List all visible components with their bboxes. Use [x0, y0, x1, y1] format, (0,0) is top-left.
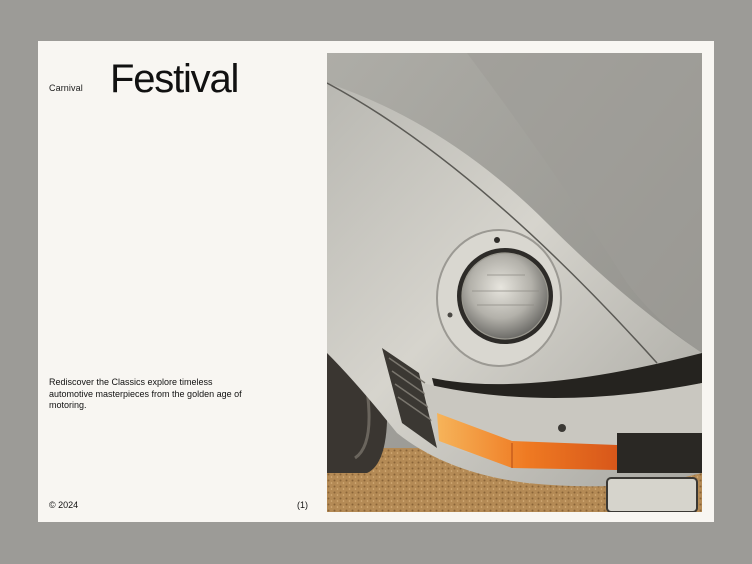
poster-card: Carnival Festival Rediscover the Classic… — [38, 41, 714, 522]
classic-car-photo — [327, 53, 702, 512]
page-number: (1) — [297, 500, 308, 510]
eyebrow-label: Carnival — [49, 83, 83, 93]
copyright-text: © 2024 — [49, 500, 79, 510]
page-title: Festival — [110, 57, 239, 101]
description-text: Rediscover the Classics explore timeless… — [49, 377, 242, 410]
